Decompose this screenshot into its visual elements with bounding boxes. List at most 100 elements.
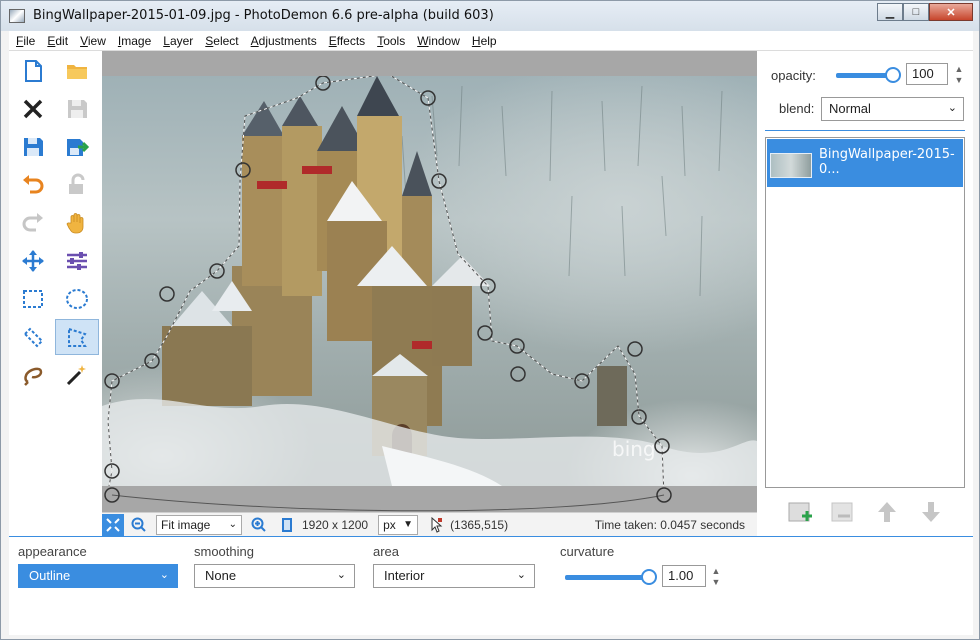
new-image-button[interactable] [11, 53, 55, 89]
undo-button[interactable] [11, 167, 55, 203]
menu-layer[interactable]: Layer [156, 34, 198, 48]
polygon-select-button[interactable] [55, 319, 99, 355]
move-layer-down-button[interactable] [918, 499, 944, 525]
cursor-position: (1365,515) [450, 517, 509, 532]
menu-select[interactable]: Select [198, 34, 243, 48]
arrow-down-icon [922, 502, 940, 522]
appearance-value: Outline [29, 568, 71, 583]
menu-view[interactable]: View [73, 34, 111, 48]
time-taken: Time taken: 0.0457 seconds [594, 517, 745, 532]
menu-window[interactable]: Window [410, 34, 465, 48]
zoom-in-icon [251, 517, 266, 532]
opacity-input[interactable]: 100 [906, 63, 948, 85]
open-button[interactable] [55, 53, 99, 89]
chevron-down-icon: ⌄ [159, 569, 169, 581]
new-image-icon [25, 60, 42, 82]
line-select-button[interactable] [11, 319, 55, 355]
close-button[interactable]: ✕ [929, 3, 973, 21]
menu-effects[interactable]: Effects [322, 34, 370, 48]
unit-select[interactable]: px ▼ [378, 514, 419, 535]
curvature-spin-up-icon[interactable]: ▲ [710, 567, 722, 576]
castle [162, 76, 627, 461]
app-window: BingWallpaper-2015-01-09.jpg - PhotoDemo… [0, 0, 980, 640]
move-tool-button[interactable] [11, 243, 55, 279]
chevron-down-icon: ▼ [403, 518, 414, 530]
menu-file[interactable]: File [9, 34, 40, 48]
layer-name: BingWallpaper-2015-0... [819, 147, 955, 177]
export-button[interactable] [55, 129, 99, 165]
redo-button[interactable] [11, 205, 55, 241]
app-icon [9, 9, 25, 23]
menu-edit[interactable]: Edit [40, 34, 73, 48]
canvas-area[interactable]: bing [102, 51, 757, 512]
ellipse-select-button[interactable] [55, 281, 99, 317]
move-layer-up-button[interactable] [874, 499, 900, 525]
blend-mode-value: Normal [829, 101, 871, 116]
hand-pan-icon [66, 213, 84, 234]
open-folder-icon [67, 65, 87, 79]
opacity-slider-thumb[interactable] [885, 67, 901, 83]
magic-wand-button[interactable] [55, 357, 99, 393]
chevron-down-icon: ⌄ [228, 518, 237, 530]
zoom-select[interactable]: Fit image ⌄ [156, 514, 242, 535]
minimize-button[interactable]: ▁ [877, 3, 903, 21]
rect-select-icon [23, 290, 43, 308]
image-size-icon-holder [276, 514, 298, 536]
blend-mode-select[interactable]: Normal ⌄ [821, 97, 964, 121]
smoothing-label: smoothing [194, 544, 254, 559]
curvature-spin-down-icon[interactable]: ▼ [710, 578, 722, 587]
fit-window-button[interactable] [102, 513, 124, 536]
panel-divider [765, 130, 965, 131]
close-x-icon [23, 99, 43, 119]
hand-tool-button[interactable] [55, 205, 99, 241]
zoom-select-value: Fit image [161, 517, 211, 532]
appearance-select[interactable]: Outline ⌄ [18, 564, 178, 588]
menu-help[interactable]: Help [465, 34, 502, 48]
fit-window-icon [106, 517, 120, 532]
zoom-in-button[interactable] [248, 514, 270, 536]
layer-row[interactable]: BingWallpaper-2015-0... [767, 139, 963, 187]
adjust-tool-button[interactable] [55, 243, 99, 279]
add-layer-icon [788, 502, 812, 522]
canvas-image[interactable]: bing [102, 76, 757, 486]
export-icon [67, 139, 90, 156]
maximize-button[interactable]: □ [903, 3, 929, 21]
add-layer-button[interactable] [787, 499, 813, 525]
redo-icon [22, 213, 43, 232]
curvature-slider-track[interactable] [565, 575, 650, 580]
save-disk-icon [68, 100, 87, 118]
save-as-icon [24, 138, 43, 156]
chevron-down-icon: ⌄ [516, 569, 526, 581]
magic-wand-icon [66, 365, 86, 386]
bing-watermark: bing [612, 437, 656, 461]
lock-redo-icon [69, 173, 85, 194]
arrow-up-icon [878, 502, 896, 522]
layer-list[interactable]: BingWallpaper-2015-0... [765, 137, 965, 488]
undo-icon [23, 175, 44, 194]
fade-button[interactable] [55, 167, 99, 203]
delete-layer-button[interactable] [830, 499, 856, 525]
opacity-spin-down-icon[interactable]: ▼ [953, 76, 965, 85]
tool-panel [9, 51, 102, 536]
rect-select-button[interactable] [11, 281, 55, 317]
appearance-label: appearance [18, 544, 87, 559]
menu-adjustments[interactable]: Adjustments [244, 34, 322, 48]
area-label: area [373, 544, 400, 559]
lasso-select-button[interactable] [11, 357, 55, 393]
zoom-out-button[interactable] [128, 514, 150, 536]
layer-thumbnail [770, 153, 812, 178]
area-select[interactable]: Interior ⌄ [373, 564, 535, 588]
menu-image[interactable]: Image [111, 34, 156, 48]
save-as-button[interactable] [11, 129, 55, 165]
menu-tools[interactable]: Tools [370, 34, 410, 48]
opacity-spin-up-icon[interactable]: ▲ [953, 65, 965, 74]
curvature-input[interactable]: 1.00 [662, 565, 706, 587]
status-bar: Fit image ⌄ 1920 x 1200 px ▼ (1365,515) … [102, 512, 757, 536]
cursor-position-icon [431, 516, 443, 533]
window-title: BingWallpaper-2015-01-09.jpg - PhotoDemo… [33, 8, 494, 23]
smoothing-select[interactable]: None ⌄ [194, 564, 355, 588]
curvature-slider-thumb[interactable] [641, 569, 657, 585]
close-image-button[interactable] [11, 91, 55, 127]
save-button[interactable] [55, 91, 99, 127]
castle-photo: bing [102, 76, 757, 486]
